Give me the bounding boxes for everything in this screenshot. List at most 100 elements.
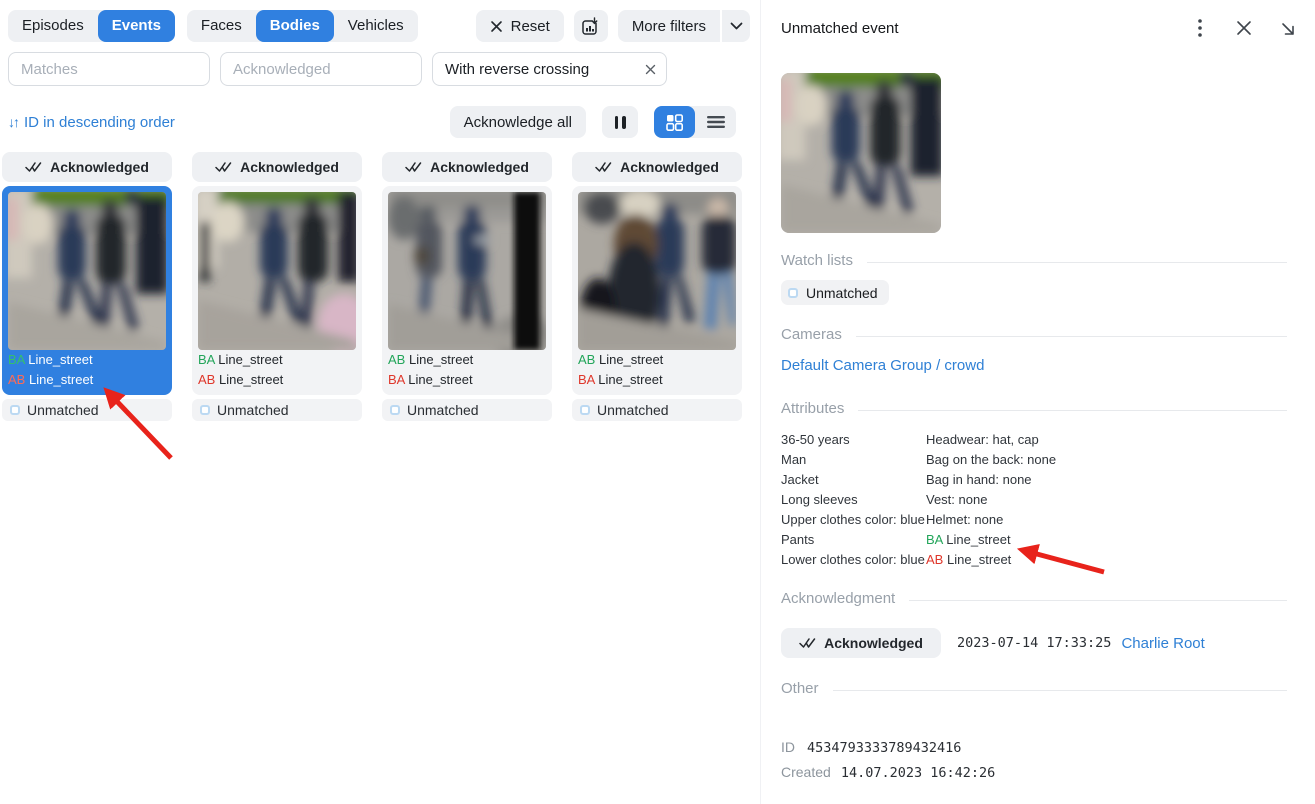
- other-section-header: Other: [781, 680, 1287, 697]
- close-icon: [490, 20, 503, 33]
- watchlist-badge: Unmatched: [781, 280, 889, 305]
- direction-tag: AB: [578, 352, 595, 367]
- attribute-item: Man: [781, 450, 926, 470]
- acknowledge-label: Acknowledged: [430, 159, 529, 175]
- acknowledge-button[interactable]: Acknowledged: [2, 152, 172, 182]
- section-divider: [858, 410, 1287, 411]
- matches-filter-input[interactable]: [8, 52, 210, 86]
- clear-filter-icon[interactable]: [645, 64, 656, 75]
- chevron-down-icon: [730, 22, 743, 31]
- direction-tag: BA: [198, 352, 215, 367]
- save-report-button[interactable]: [574, 10, 608, 42]
- acknowledged-by-user-link[interactable]: Charlie Root: [1121, 635, 1204, 652]
- double-check-icon: [799, 637, 816, 649]
- acknowledge-button[interactable]: Acknowledged: [781, 628, 941, 658]
- camera-group-link[interactable]: Default Camera Group / crowd: [781, 357, 984, 374]
- section-divider: [833, 690, 1287, 691]
- crossing-line: AB Line_street: [198, 370, 356, 390]
- crossing-line: AB Line_street: [8, 370, 166, 390]
- acknowledge-button[interactable]: Acknowledged: [192, 152, 362, 182]
- watchlist-badge: Unmatched: [572, 399, 742, 421]
- report-export-icon: [581, 17, 600, 36]
- direction-tag: BA: [8, 352, 25, 367]
- view-mode-switch: [654, 106, 736, 138]
- watch-lists-heading: Watch lists: [781, 252, 853, 269]
- more-filters-chevron-button[interactable]: [722, 10, 750, 42]
- watchlist-color-icon: [390, 405, 400, 415]
- events-app: Episodes Events Faces Bodies Vehicles Re…: [0, 0, 1315, 804]
- attributes-right-column: Headwear: hat, cap Bag on the back: none…: [926, 430, 1056, 570]
- acknowledge-all-button[interactable]: Acknowledge all: [450, 106, 586, 138]
- tab-bodies[interactable]: Bodies: [256, 10, 334, 42]
- event-card[interactable]: AB Line_street BA Line_street: [572, 186, 742, 395]
- grid-view-icon: [666, 114, 683, 131]
- watchlist-badge: Unmatched: [382, 399, 552, 421]
- reverse-crossing-filter[interactable]: With reverse crossing: [432, 52, 667, 86]
- watch-lists-section-header: Watch lists: [781, 252, 1287, 269]
- acknowledge-label: Acknowledged: [240, 159, 339, 175]
- other-heading: Other: [781, 680, 819, 697]
- acknowledge-button[interactable]: Acknowledged: [382, 152, 552, 182]
- crossing-line: BA Line_street: [8, 350, 166, 370]
- episodes-events-switch: Episodes Events: [8, 10, 175, 42]
- crossing-line: AB Line_street: [578, 350, 736, 370]
- sort-order-link[interactable]: ↓↑ ID in descending order: [8, 114, 175, 131]
- attribute-item: Jacket: [781, 470, 926, 490]
- reset-filters-button[interactable]: Reset: [476, 10, 564, 42]
- event-thumbnail: [578, 192, 736, 350]
- attribute-item: Helmet: none: [926, 510, 1056, 530]
- event-card[interactable]: AB Line_street BA Line_street: [382, 186, 552, 395]
- event-card-selected[interactable]: BA Line_street AB Line_street: [2, 186, 172, 395]
- acknowledgment-timestamp: 2023-07-14 17:33:25: [957, 635, 1111, 651]
- line-name: Line_street: [29, 372, 93, 387]
- reset-label: Reset: [511, 18, 550, 35]
- watchlist-color-icon: [580, 405, 590, 415]
- attribute-item: Pants: [781, 530, 926, 550]
- line-name: Line_street: [408, 372, 472, 387]
- attribute-item: Upper clothes color: blue: [781, 510, 926, 530]
- line-name: Line_street: [28, 352, 92, 367]
- acknowledged-filter-input[interactable]: [220, 52, 422, 86]
- toolbar-actions: Reset More filte: [476, 10, 750, 42]
- acknowledge-button[interactable]: Acknowledged: [572, 152, 742, 182]
- panel-header-actions: [1189, 17, 1299, 39]
- tab-faces[interactable]: Faces: [187, 10, 256, 42]
- cameras-section-header: Cameras: [781, 326, 1287, 343]
- list-view-icon: [707, 115, 725, 129]
- attribute-item: Bag on the back: none: [926, 450, 1056, 470]
- top-toolbar: Episodes Events Faces Bodies Vehicles Re…: [8, 10, 750, 42]
- kebab-menu-icon[interactable]: [1189, 17, 1211, 39]
- sort-order-label: ID in descending order: [24, 114, 175, 131]
- more-filters-button[interactable]: More filters: [618, 10, 720, 42]
- tab-events[interactable]: Events: [98, 10, 175, 42]
- direction-tag: AB: [926, 552, 943, 567]
- event-id-row: ID 4534793333789432416: [781, 739, 961, 756]
- direction-tag: BA: [388, 372, 405, 387]
- event-card[interactable]: BA Line_street AB Line_street: [192, 186, 362, 395]
- grid-view-button[interactable]: [654, 106, 695, 138]
- acknowledgment-row: Acknowledged 2023-07-14 17:33:25 Charlie…: [781, 628, 1205, 658]
- tab-vehicles[interactable]: Vehicles: [334, 10, 418, 42]
- list-view-button[interactable]: [695, 106, 736, 138]
- event-column: Acknowledged: [382, 152, 552, 421]
- line-name: Line_street: [219, 372, 283, 387]
- event-detail-panel: Unmatched event: [760, 0, 1315, 804]
- open-diagonal-icon[interactable]: [1277, 17, 1299, 39]
- direction-tag: AB: [388, 352, 405, 367]
- id-value: 4534793333789432416: [807, 740, 961, 756]
- events-list-panel: Episodes Events Faces Bodies Vehicles Re…: [0, 0, 760, 804]
- tab-episodes[interactable]: Episodes: [8, 10, 98, 42]
- crossing-line: BA Line_street: [578, 370, 736, 390]
- acknowledge-label: Acknowledged: [620, 159, 719, 175]
- crossing-line: BA Line_street: [926, 530, 1056, 550]
- attribute-item: Vest: none: [926, 490, 1056, 510]
- reverse-crossing-value: With reverse crossing: [445, 61, 645, 78]
- sort-arrows-icon: ↓↑: [8, 114, 18, 130]
- pause-button[interactable]: [602, 106, 638, 138]
- attributes-left-column: 36-50 years Man Jacket Long sleeves Uppe…: [781, 430, 926, 570]
- list-actions: Acknowledge all: [450, 106, 736, 138]
- double-check-icon: [25, 161, 42, 173]
- crossing-line: AB Line_street: [388, 350, 546, 370]
- section-divider: [867, 262, 1287, 263]
- close-panel-icon[interactable]: [1233, 17, 1255, 39]
